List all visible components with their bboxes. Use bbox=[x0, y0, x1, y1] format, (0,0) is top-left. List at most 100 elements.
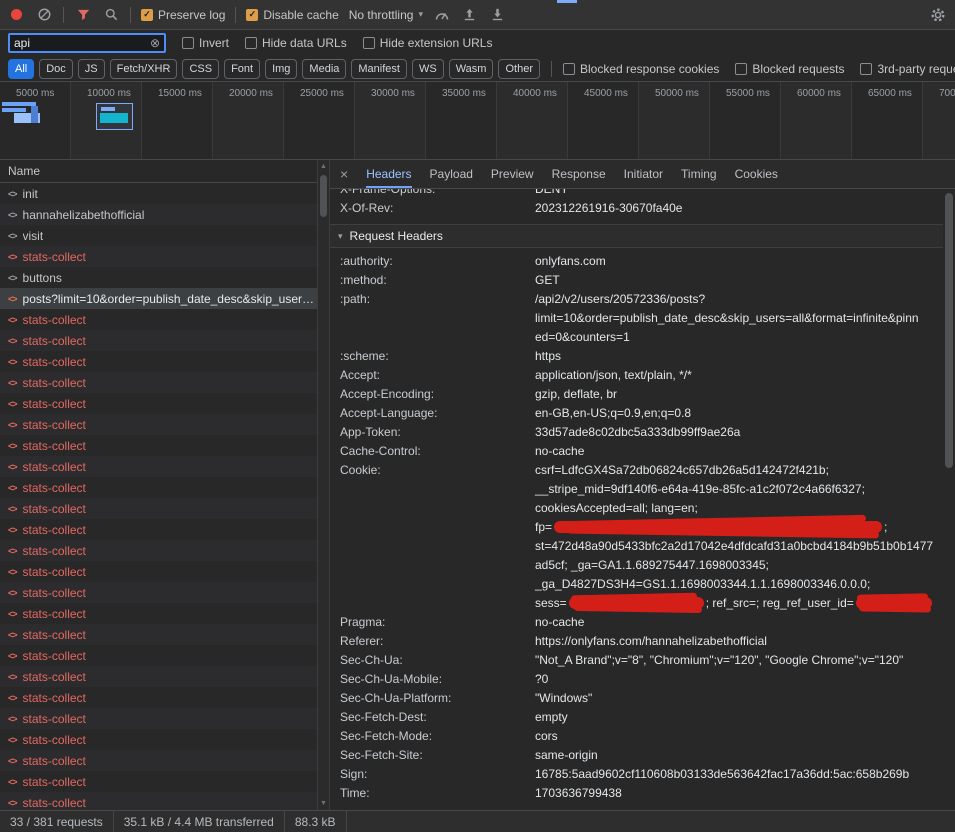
request-row[interactable]: <>posts?limit=10&order=publish_date_desc… bbox=[0, 288, 317, 309]
tab-initiator[interactable]: Initiator bbox=[624, 160, 663, 188]
overview-tick-label: 35000 ms bbox=[442, 88, 486, 99]
request-type-icon: <> bbox=[8, 399, 17, 409]
header-value-line: st=472d48a90d5433bfc2a2d17042e4dfdcafd31… bbox=[535, 537, 943, 556]
request-row[interactable]: <>stats-collect bbox=[0, 666, 317, 687]
tab-headers[interactable]: Headers bbox=[366, 160, 411, 188]
network-overview[interactable]: 5000 ms10000 ms15000 ms20000 ms25000 ms3… bbox=[0, 82, 955, 160]
toolbar-divider bbox=[551, 61, 552, 77]
type-filter-manifest[interactable]: Manifest bbox=[351, 59, 407, 79]
header-value-line: en-GB,en-US;q=0.9,en;q=0.8 bbox=[535, 404, 943, 423]
overview-tick-label: 20000 ms bbox=[229, 88, 273, 99]
header-value-line: same-origin bbox=[535, 746, 943, 765]
clear-button[interactable] bbox=[35, 6, 53, 24]
request-row[interactable]: <>stats-collect bbox=[0, 498, 317, 519]
type-filter-wasm[interactable]: Wasm bbox=[449, 59, 494, 79]
type-filter-ws[interactable]: WS bbox=[412, 59, 444, 79]
header-row: :scheme:https bbox=[330, 347, 943, 366]
request-row[interactable]: <>stats-collect bbox=[0, 330, 317, 351]
request-list-scrollbar[interactable]: ▲ ▼ bbox=[317, 160, 330, 810]
scrollbar-thumb[interactable] bbox=[945, 193, 953, 468]
type-filter-font[interactable]: Font bbox=[224, 59, 260, 79]
type-filter-doc[interactable]: Doc bbox=[39, 59, 73, 79]
settings-gear-icon[interactable] bbox=[929, 6, 947, 24]
filter-icon[interactable] bbox=[74, 6, 92, 24]
request-row[interactable]: <>stats-collect bbox=[0, 456, 317, 477]
throttling-select[interactable]: No throttling ▾ bbox=[349, 8, 423, 22]
hide-extension-urls-checkbox[interactable]: Hide extension URLs bbox=[363, 36, 493, 50]
request-row[interactable]: <>stats-collect bbox=[0, 309, 317, 330]
header-value: https bbox=[535, 347, 943, 366]
request-row[interactable]: <>stats-collect bbox=[0, 372, 317, 393]
network-toolbar: ✓ Preserve log ✓ Disable cache No thrott… bbox=[0, 0, 955, 30]
request-row[interactable]: <>stats-collect bbox=[0, 603, 317, 624]
header-name: Accept-Encoding: bbox=[340, 385, 535, 404]
request-row[interactable]: <>stats-collect bbox=[0, 708, 317, 729]
request-row[interactable]: <>hannahelizabethofficial bbox=[0, 204, 317, 225]
overview-column: 45000 ms bbox=[568, 82, 639, 159]
request-type-icon: <> bbox=[8, 336, 17, 346]
request-row[interactable]: <>stats-collect bbox=[0, 624, 317, 645]
request-row[interactable]: <>stats-collect bbox=[0, 246, 317, 267]
blocked-requests-checkbox[interactable]: Blocked requests bbox=[735, 62, 844, 76]
request-row[interactable]: <>init bbox=[0, 183, 317, 204]
request-row[interactable]: <>visit bbox=[0, 225, 317, 246]
type-filter-img[interactable]: Img bbox=[265, 59, 297, 79]
search-icon[interactable] bbox=[102, 6, 120, 24]
clear-filter-icon[interactable]: ⊗ bbox=[150, 37, 160, 49]
request-type-icon: <> bbox=[8, 462, 17, 472]
network-conditions-icon[interactable] bbox=[433, 6, 451, 24]
request-row[interactable]: <>stats-collect bbox=[0, 561, 317, 582]
request-row[interactable]: <>stats-collect bbox=[0, 645, 317, 666]
request-row[interactable]: <>stats-collect bbox=[0, 519, 317, 540]
request-row[interactable]: <>stats-collect bbox=[0, 771, 317, 792]
request-headers-section-header[interactable]: ▾ Request Headers bbox=[330, 224, 943, 248]
request-row[interactable]: <>stats-collect bbox=[0, 729, 317, 750]
header-value-text: gzip, deflate, br bbox=[535, 387, 617, 401]
request-row[interactable]: <>stats-collect bbox=[0, 414, 317, 435]
detail-scrollbar[interactable] bbox=[943, 189, 955, 810]
request-row[interactable]: <>stats-collect bbox=[0, 582, 317, 603]
request-row[interactable]: <>stats-collect bbox=[0, 687, 317, 708]
tab-cookies[interactable]: Cookies bbox=[735, 160, 778, 188]
blocked-response-cookies-checkbox[interactable]: Blocked response cookies bbox=[563, 62, 719, 76]
scroll-up-icon[interactable]: ▲ bbox=[318, 160, 329, 173]
export-har-icon[interactable] bbox=[489, 6, 507, 24]
3rd-party-requests-checkbox[interactable]: 3rd-party requests bbox=[860, 62, 955, 76]
type-filter-css[interactable]: CSS bbox=[182, 59, 219, 79]
header-value-text: 16785:5aad9602cf110608b03133de563642fac1… bbox=[535, 767, 909, 781]
request-row[interactable]: <>stats-collect bbox=[0, 351, 317, 372]
request-name: init bbox=[23, 187, 38, 201]
tab-response[interactable]: Response bbox=[552, 160, 606, 188]
request-row[interactable]: <>stats-collect bbox=[0, 540, 317, 561]
record-button[interactable] bbox=[11, 9, 22, 20]
request-row[interactable]: <>stats-collect bbox=[0, 393, 317, 414]
request-row[interactable]: <>buttons bbox=[0, 267, 317, 288]
tab-payload[interactable]: Payload bbox=[430, 160, 473, 188]
type-filter-js[interactable]: JS bbox=[78, 59, 105, 79]
tab-preview[interactable]: Preview bbox=[491, 160, 534, 188]
scroll-down-icon[interactable]: ▼ bbox=[318, 797, 329, 810]
disable-cache-checkbox[interactable]: ✓ Disable cache bbox=[246, 8, 338, 22]
import-har-icon[interactable] bbox=[461, 6, 479, 24]
close-icon[interactable]: × bbox=[340, 167, 348, 181]
name-column-header[interactable]: Name bbox=[0, 160, 317, 183]
preserve-log-checkbox[interactable]: ✓ Preserve log bbox=[141, 8, 225, 22]
tab-timing[interactable]: Timing bbox=[681, 160, 717, 188]
header-name: Sec-Ch-Ua-Platform: bbox=[340, 689, 535, 708]
request-row[interactable]: <>stats-collect bbox=[0, 750, 317, 771]
type-filter-fetch-xhr[interactable]: Fetch/XHR bbox=[110, 59, 178, 79]
request-row[interactable]: <>stats-collect bbox=[0, 477, 317, 498]
request-row[interactable]: <>stats-collect bbox=[0, 792, 317, 810]
header-value: "Not_A Brand";v="8", "Chromium";v="120",… bbox=[535, 651, 943, 670]
header-value-text: "Not_A Brand";v="8", "Chromium";v="120",… bbox=[535, 653, 903, 667]
invert-checkbox[interactable]: Invert bbox=[182, 36, 229, 50]
request-row[interactable]: <>stats-collect bbox=[0, 435, 317, 456]
type-filter-media[interactable]: Media bbox=[302, 59, 346, 79]
type-filter-all[interactable]: All bbox=[8, 59, 34, 79]
filter-input[interactable] bbox=[14, 36, 146, 50]
hide-data-urls-checkbox[interactable]: Hide data URLs bbox=[245, 36, 347, 50]
request-type-icon: <> bbox=[8, 441, 17, 451]
type-filter-other[interactable]: Other bbox=[498, 59, 540, 79]
scrollbar-thumb[interactable] bbox=[320, 175, 327, 217]
overview-column: 5000 ms bbox=[0, 82, 71, 159]
